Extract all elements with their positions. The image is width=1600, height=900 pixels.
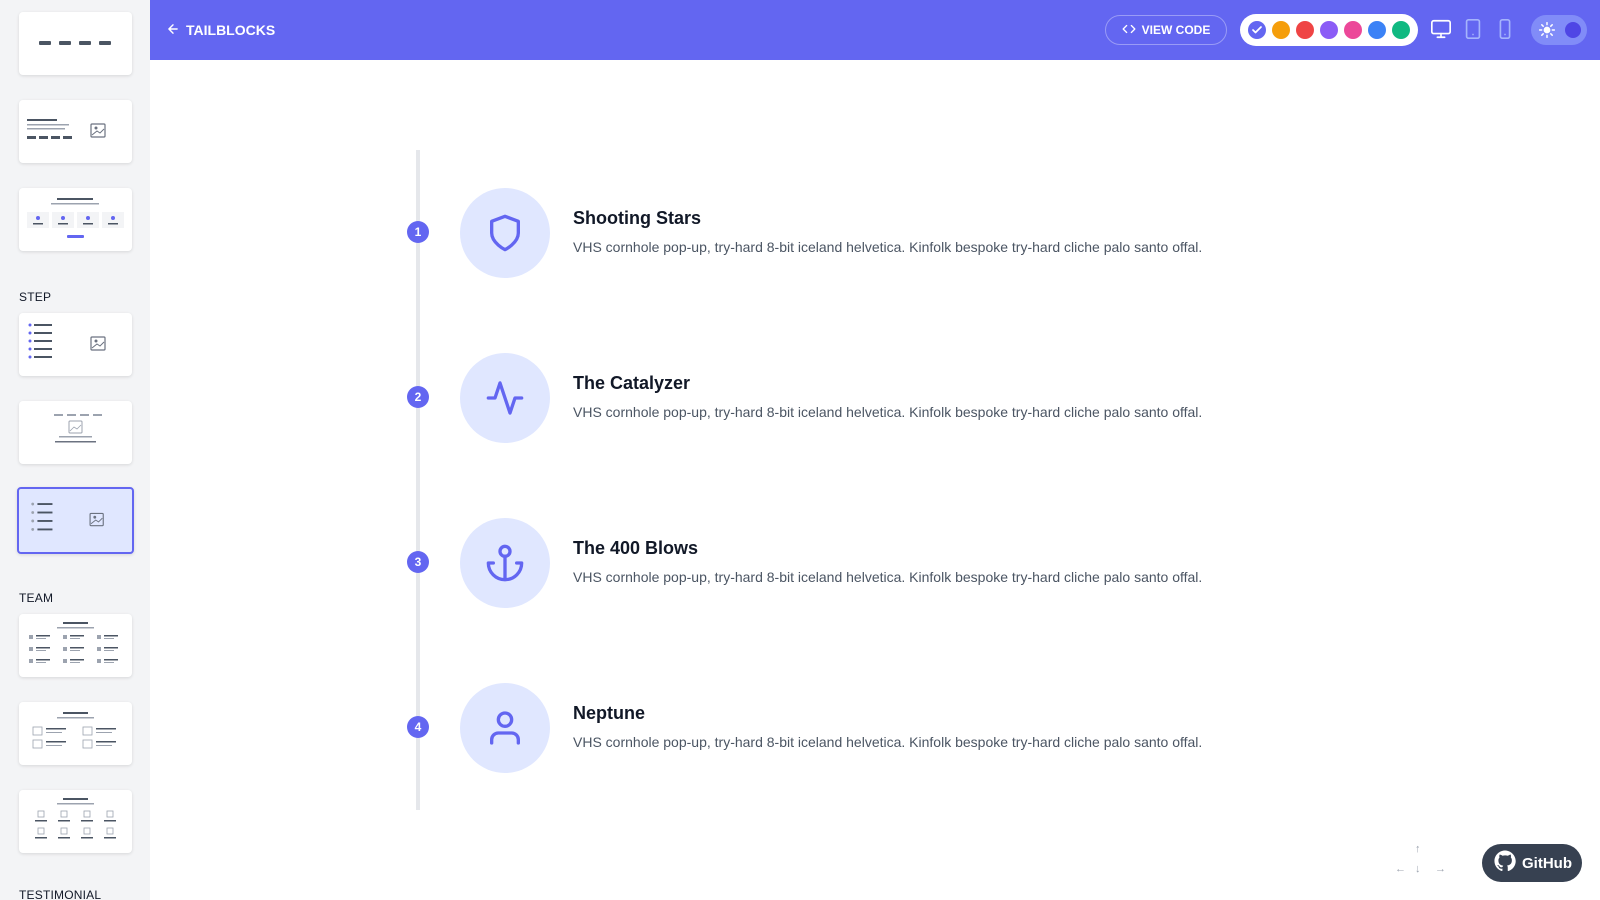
color-swatch-blue[interactable] <box>1368 21 1386 39</box>
block-thumbnail-statistic-2[interactable] <box>19 100 132 163</box>
github-icon <box>1494 850 1516 876</box>
block-thumbnail-statistic-1[interactable] <box>19 12 132 75</box>
step-item: 1 Shooting Stars VHS cornhole pop-up, tr… <box>0 188 1600 278</box>
color-swatch-green[interactable] <box>1392 21 1410 39</box>
user-icon <box>490 711 520 745</box>
step-icon-circle <box>460 683 550 773</box>
github-label: GitHub <box>1522 854 1572 872</box>
tablet-icon[interactable] <box>1462 18 1484 40</box>
color-picker <box>1240 14 1418 46</box>
color-swatch-pink[interactable] <box>1344 21 1362 39</box>
back-link[interactable]: TAILBLOCKS <box>166 0 275 60</box>
activity-icon <box>486 381 524 415</box>
step-item: 4 Neptune VHS cornhole pop-up, try-hard … <box>0 683 1600 773</box>
step-number-badge: 4 <box>407 716 429 738</box>
block-thumbnail-team-3[interactable] <box>19 790 132 853</box>
toggle-knob <box>1565 22 1581 38</box>
block-thumbnail-team-1[interactable] <box>19 614 132 677</box>
sidebar-section-step: STEP <box>19 290 52 304</box>
arrow-down-icon[interactable]: ↓ <box>1415 863 1421 875</box>
anchor-icon <box>486 544 524 582</box>
code-icon <box>1122 22 1136 39</box>
desktop-icon[interactable] <box>1430 18 1452 40</box>
shield-icon <box>490 214 520 252</box>
phone-icon[interactable] <box>1494 18 1516 40</box>
back-link-label: TAILBLOCKS <box>186 22 276 38</box>
color-swatch-purple[interactable] <box>1320 21 1338 39</box>
arrow-right-icon[interactable]: → <box>1435 863 1446 875</box>
step-title: Neptune <box>573 703 645 723</box>
step-description: VHS cornhole pop-up, try-hard 8-bit icel… <box>573 404 1203 420</box>
theme-toggle[interactable] <box>1531 15 1587 45</box>
step-number-badge: 3 <box>407 551 429 573</box>
keyboard-nav-hint: ↑ ← ↓ → <box>1391 843 1451 885</box>
arrow-left-icon <box>166 22 180 39</box>
top-bar: TAILBLOCKS VIEW CODE <box>150 0 1600 60</box>
step-description: VHS cornhole pop-up, try-hard 8-bit icel… <box>573 734 1203 750</box>
step-icon-circle <box>460 518 550 608</box>
sun-icon <box>1538 21 1556 39</box>
step-description: VHS cornhole pop-up, try-hard 8-bit icel… <box>573 569 1203 585</box>
color-swatch-red[interactable] <box>1296 21 1314 39</box>
step-description: VHS cornhole pop-up, try-hard 8-bit icel… <box>573 239 1203 255</box>
arrow-up-icon[interactable]: ↑ <box>1415 843 1421 855</box>
view-code-label: VIEW CODE <box>1141 23 1211 37</box>
check-icon <box>1252 26 1262 34</box>
step-item: 2 The Catalyzer VHS cornhole pop-up, try… <box>0 353 1600 443</box>
step-title: The Catalyzer <box>573 373 691 393</box>
step-number-badge: 1 <box>407 221 429 243</box>
step-icon-circle <box>460 188 550 278</box>
color-swatch-indigo-selected[interactable] <box>1248 21 1266 39</box>
step-title: The 400 Blows <box>573 538 699 558</box>
step-title: Shooting Stars <box>573 208 702 228</box>
device-switcher <box>1430 18 1516 40</box>
sidebar-section-testimonial: TESTIMONIAL <box>19 888 102 900</box>
step-item: 3 The 400 Blows VHS cornhole pop-up, try… <box>0 518 1600 608</box>
arrow-left-icon[interactable]: ← <box>1395 863 1406 875</box>
color-swatch-yellow[interactable] <box>1272 21 1290 39</box>
step-number-badge: 2 <box>407 386 429 408</box>
step-icon-circle <box>460 353 550 443</box>
view-code-button[interactable]: VIEW CODE <box>1105 15 1227 45</box>
github-button[interactable]: GitHub <box>1482 844 1582 882</box>
